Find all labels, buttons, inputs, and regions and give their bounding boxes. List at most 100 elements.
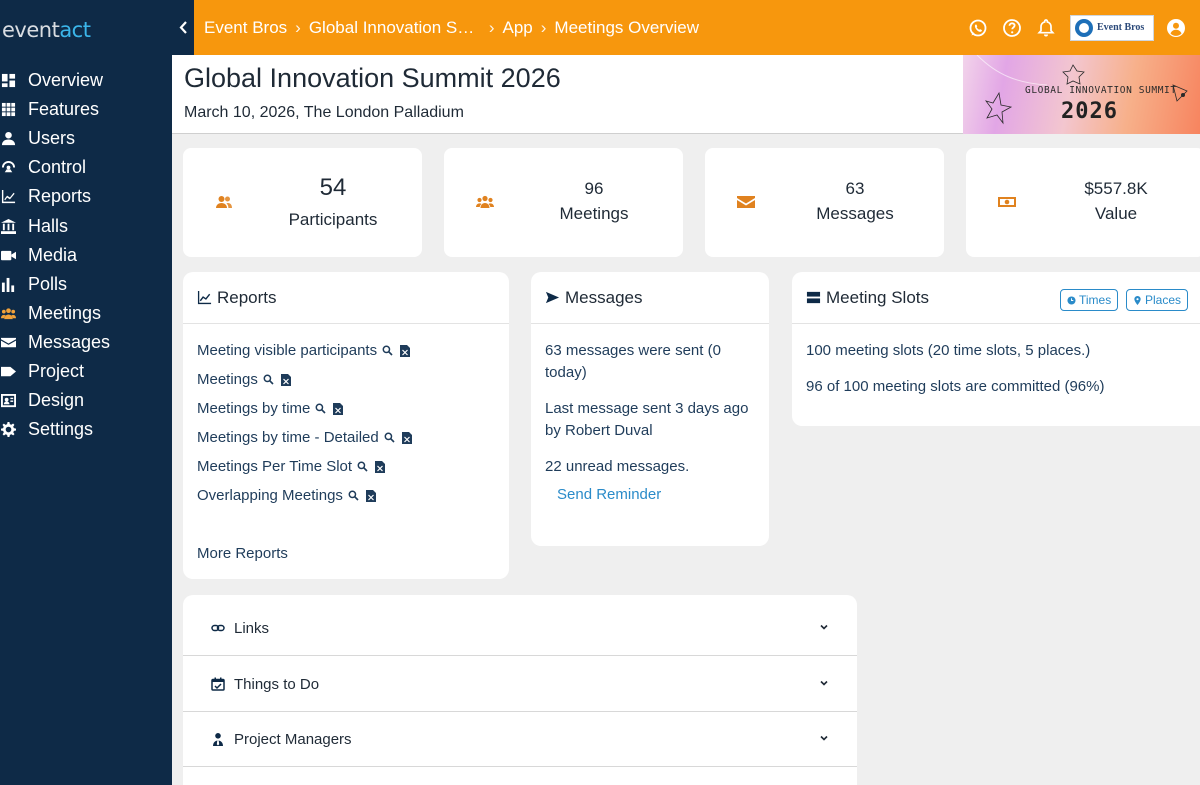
- stat-label: Value: [1094, 204, 1138, 223]
- id-card-icon: [0, 393, 28, 408]
- chevron-down-icon[interactable]: [819, 678, 829, 688]
- accordion-label: Things to Do: [234, 675, 320, 693]
- help-icon[interactable]: [1000, 16, 1024, 40]
- sidebar-item-label: Project: [28, 360, 85, 381]
- report-link-label[interactable]: Overlapping Meetings: [197, 487, 343, 504]
- sidebar-item-label: Reports: [28, 186, 92, 207]
- report-link[interactable]: Meetings: [197, 371, 291, 388]
- sidebar-item-messages[interactable]: Messages: [0, 328, 172, 357]
- sidebar-item-label: Users: [28, 128, 76, 149]
- sidebar-item-label: Halls: [28, 215, 69, 236]
- money-icon: [998, 193, 1016, 211]
- eventact-logo[interactable]: eventact: [2, 18, 91, 42]
- report-link[interactable]: Meetings Per Time Slot: [197, 458, 386, 475]
- more-reports-link[interactable]: More Reports: [197, 545, 288, 562]
- search-icon[interactable]: [382, 345, 393, 356]
- breadcrumb-app[interactable]: App: [503, 18, 533, 38]
- gear-icon: [0, 422, 28, 438]
- reports-panel-header: Reports: [183, 272, 509, 324]
- sidebar-item-project[interactable]: Project: [0, 357, 172, 386]
- sidebar-item-overview[interactable]: Overview: [0, 66, 172, 95]
- report-link[interactable]: Meeting visible participants: [197, 342, 411, 359]
- breadcrumb-account[interactable]: Event Bros: [204, 18, 287, 38]
- accordion-project-managers[interactable]: Project Managers: [183, 712, 857, 767]
- banner-event-name: GLOBAL INNOVATION SUMMIT: [1025, 85, 1177, 96]
- stat-card-meetings[interactable]: 96 Meetings: [444, 148, 683, 257]
- search-icon[interactable]: [263, 374, 274, 385]
- times-button[interactable]: Times: [1060, 289, 1119, 311]
- sidebar-item-control[interactable]: Control: [0, 153, 172, 182]
- notifications-bell-icon[interactable]: [1034, 16, 1058, 40]
- breadcrumb-event[interactable]: Global Innovation Summit 2026: [309, 18, 481, 38]
- accordion-things-to-do[interactable]: Things to Do: [183, 657, 857, 712]
- excel-file-icon[interactable]: [365, 489, 376, 502]
- sidebar-item-settings[interactable]: Settings: [0, 415, 172, 444]
- report-link-label[interactable]: Meetings by time: [197, 400, 310, 417]
- page-title: Global Innovation Summit 2026: [184, 63, 561, 93]
- search-icon[interactable]: [357, 461, 368, 472]
- collapse-sidebar-button[interactable]: [172, 0, 194, 55]
- sidebar-item-polls[interactable]: Polls: [0, 270, 172, 299]
- excel-file-icon[interactable]: [375, 460, 386, 473]
- building-icon: [0, 218, 28, 234]
- places-button[interactable]: Places: [1126, 289, 1189, 311]
- breadcrumb-separator: ›: [540, 17, 547, 37]
- sidebar-item-design[interactable]: Design: [0, 386, 172, 415]
- stat-card-messages[interactable]: 63 Messages: [705, 148, 944, 257]
- sidebar-item-media[interactable]: Media: [0, 241, 172, 270]
- event-date-venue: March 10, 2026, The London Palladium: [184, 104, 464, 121]
- messages-panel-title: Messages: [565, 287, 643, 307]
- sidebar-item-users[interactable]: Users: [0, 124, 172, 153]
- map-pin-icon: [1134, 295, 1141, 305]
- chevron-down-icon[interactable]: [819, 622, 829, 632]
- top-actions: Event Bros: [966, 0, 1188, 55]
- sidebar-item-features[interactable]: Features: [0, 95, 172, 124]
- grid-icon: [0, 102, 28, 117]
- stat-card-value[interactable]: $557.8K Value: [966, 148, 1200, 257]
- more-reports-label[interactable]: More Reports: [197, 545, 288, 562]
- excel-file-icon[interactable]: [333, 402, 344, 415]
- unread-messages-text: 22 unread messages.: [545, 458, 690, 475]
- report-link[interactable]: Meetings by time - Detailed: [197, 429, 412, 446]
- event-header: Global Innovation Summit 2026 March 10, …: [172, 55, 1200, 134]
- accordion-links[interactable]: Links: [183, 601, 857, 656]
- top-bar: Event Bros › Global Innovation Summit 20…: [172, 0, 1200, 55]
- messages-panel-header: Messages: [531, 272, 769, 324]
- chevron-down-icon[interactable]: [819, 733, 829, 743]
- account-brand-logo[interactable]: Event Bros: [1070, 14, 1154, 41]
- report-link-label[interactable]: Meetings: [197, 371, 258, 388]
- excel-file-icon[interactable]: [400, 344, 411, 357]
- sidebar-item-reports[interactable]: Reports: [0, 182, 172, 211]
- sidebar-item-meetings[interactable]: Meetings: [0, 299, 172, 328]
- send-reminder-link[interactable]: Send Reminder: [557, 484, 661, 506]
- sidebar-item-label: Overview: [28, 70, 104, 91]
- group-icon: [476, 193, 494, 211]
- excel-file-icon[interactable]: [401, 431, 412, 444]
- breadcrumb-current[interactable]: Meetings Overview: [554, 18, 699, 38]
- link-icon: [211, 624, 225, 632]
- envelope-icon: [737, 193, 755, 211]
- tag-icon: [0, 364, 28, 379]
- report-link-label[interactable]: Meetings Per Time Slot: [197, 458, 352, 475]
- excel-file-icon[interactable]: [280, 373, 291, 386]
- stat-card-participants[interactable]: 54 Participants: [183, 148, 422, 257]
- search-icon[interactable]: [384, 432, 395, 443]
- search-icon[interactable]: [348, 490, 359, 501]
- report-link[interactable]: Meetings by time: [197, 400, 344, 417]
- report-link[interactable]: Overlapping Meetings: [197, 487, 376, 504]
- stat-value: 54: [319, 174, 347, 201]
- report-link-label[interactable]: Meetings by time - Detailed: [197, 429, 379, 446]
- accordion-label: Project Managers: [234, 730, 352, 748]
- report-link-label[interactable]: Meeting visible participants: [197, 342, 377, 359]
- breadcrumb: Event Bros › Global Innovation Summit 20…: [204, 18, 699, 38]
- reports-panel-title: Reports: [217, 287, 277, 307]
- bar-chart-icon: [0, 277, 28, 292]
- user-avatar-icon[interactable]: [1164, 16, 1188, 40]
- breadcrumb-separator: ›: [488, 17, 495, 37]
- sidebar-item-halls[interactable]: Halls: [0, 211, 172, 240]
- whatsapp-icon[interactable]: [966, 16, 990, 40]
- search-icon[interactable]: [315, 403, 326, 414]
- sidebar-item-label: Polls: [28, 273, 68, 294]
- meeting-slots-panel-title: Meeting Slots: [826, 287, 929, 307]
- video-icon: [0, 248, 28, 263]
